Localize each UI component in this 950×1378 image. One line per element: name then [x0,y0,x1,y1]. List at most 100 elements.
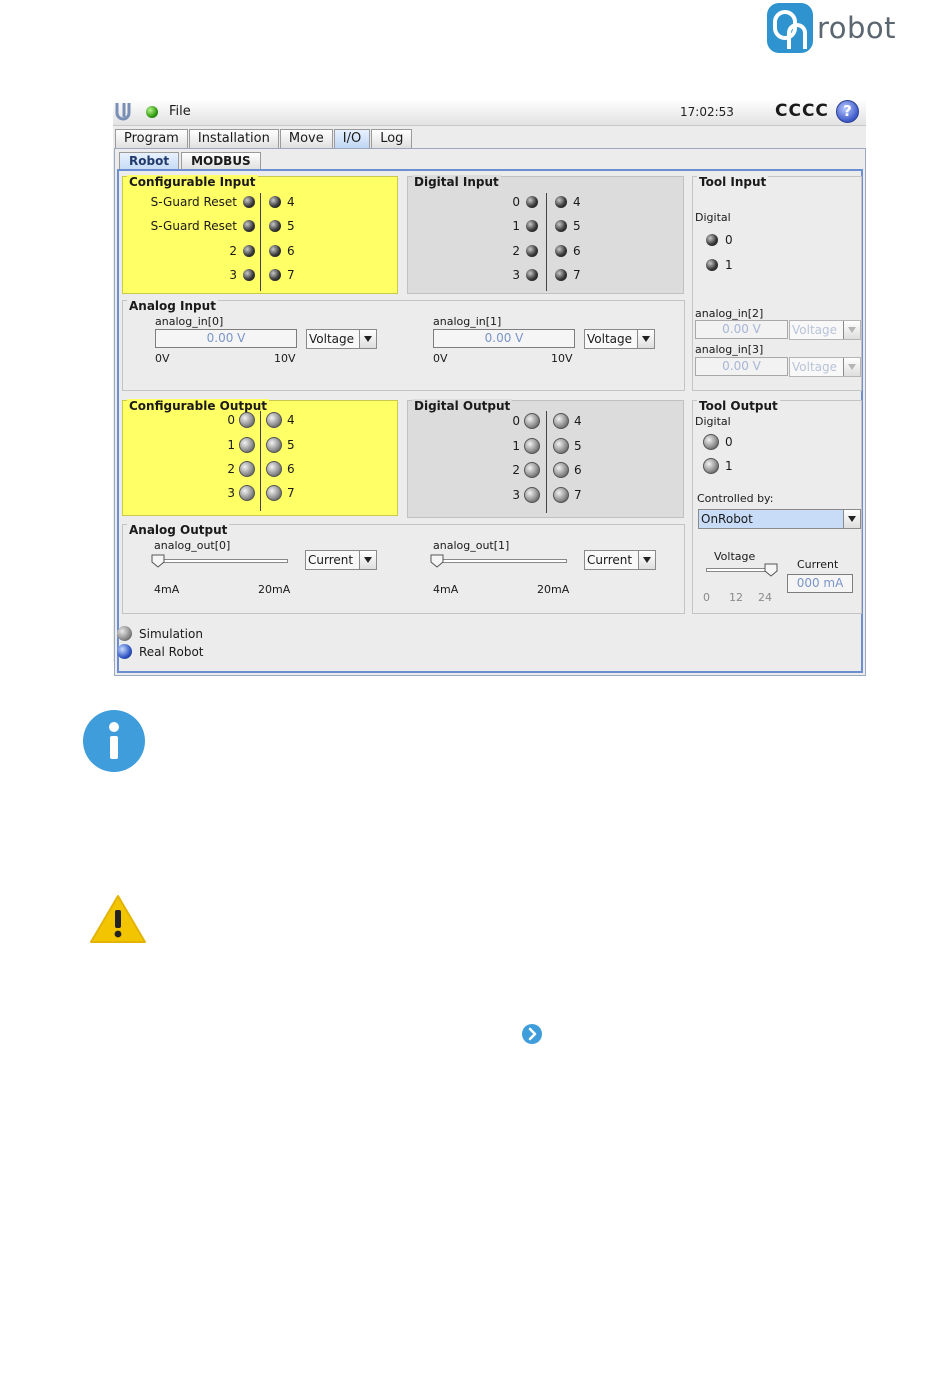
output-led-icon[interactable] [239,412,255,428]
tool-current-value: 000 mA [787,574,853,593]
help-icon[interactable]: ? [836,100,859,123]
ur-logo-icon [115,103,131,121]
output-label: 5 [574,439,582,453]
analog-in-0-min: 0V [155,352,170,365]
group-title: Digital Output [412,399,513,413]
output-led-icon[interactable] [553,438,569,454]
output-label: 1 [725,459,733,473]
subtab-modbus[interactable]: MODBUS [181,152,261,169]
tab-program[interactable]: Program [115,129,188,148]
output-led-icon[interactable] [553,413,569,429]
output-led-icon[interactable] [266,461,282,477]
output-led-icon[interactable] [524,413,540,429]
output-row: 6 [553,462,582,478]
analog-in-2-mode-select[interactable]: Voltage [789,320,861,340]
tab-log[interactable]: Log [371,129,413,148]
analog-in-2-label: analog_in[2] [695,307,764,320]
analog-out-1-mode-select[interactable]: Current [584,550,656,570]
input-label: 1 [512,219,520,233]
analog-out-1-slider-thumb[interactable] [430,554,444,568]
io-subtabs: Robot MODBUS [119,152,263,169]
analog-out-1-slider-track[interactable] [437,559,567,563]
output-led-icon[interactable] [703,434,719,450]
output-row: 6 [266,461,295,477]
output-label: 7 [287,486,295,500]
input-led-icon [526,245,538,257]
input-led-icon [706,234,718,246]
input-row: 1 [408,218,538,234]
output-label: 6 [287,462,295,476]
analog-in-1-max: 10V [551,352,573,365]
legend-simulation: Simulation [117,626,203,641]
analog-out-0-mode-select[interactable]: Current [305,550,377,570]
voltage-tick: 0 [703,591,710,604]
output-row: 2 [408,462,540,478]
output-led-icon[interactable] [239,461,255,477]
output-led-icon[interactable] [239,437,255,453]
analog-out-0-label: analog_out[0] [154,539,231,552]
output-led-icon[interactable] [266,412,282,428]
legend-label: Real Robot [139,644,204,659]
voltage-slider-track[interactable] [706,568,771,572]
chevron-down-icon [843,510,860,528]
output-row: 4 [266,412,295,428]
tool-input-row: 0 [706,232,733,248]
output-row: 5 [266,437,295,453]
input-label: 3 [229,268,237,282]
group-title: Analog Input [127,299,218,313]
analog-out-0-slider-thumb[interactable] [151,554,165,568]
input-label: S-Guard Reset [150,219,237,233]
analog-out-0-slider-track[interactable] [158,559,288,563]
legend-label: Simulation [139,626,203,641]
input-led-icon [706,259,718,271]
chevron-right-icon[interactable] [522,1024,542,1044]
tab-io[interactable]: I/O [333,129,371,148]
input-row: 7 [555,267,581,283]
controlled-by-select[interactable]: OnRobot [698,509,861,529]
input-led-icon [243,220,255,232]
output-led-icon[interactable] [266,485,282,501]
output-led-icon[interactable] [553,462,569,478]
input-label: 5 [287,219,295,233]
output-led-icon[interactable] [266,437,282,453]
output-led-icon[interactable] [524,462,540,478]
output-led-icon[interactable] [553,487,569,503]
input-row: 3 [408,267,538,283]
output-led-icon[interactable] [524,487,540,503]
configurable-input-group: Configurable Input S-Guard Reset S-Guard… [122,175,398,294]
file-menu[interactable]: File [169,104,191,119]
input-label: 5 [573,219,581,233]
input-led-icon [526,269,538,281]
tab-move[interactable]: Move [279,129,333,148]
output-row: 7 [553,487,582,503]
analog-in-1-mode-select[interactable]: Voltage [584,329,655,349]
voltage-slider-thumb[interactable] [764,563,778,577]
output-led-icon[interactable] [703,458,719,474]
input-row: 5 [555,218,581,234]
input-row: 3 [123,267,255,283]
chevron-down-icon [359,330,376,348]
input-label: 7 [287,268,295,282]
output-led-icon[interactable] [239,485,255,501]
output-label: 5 [287,438,295,452]
legend-real-robot: Real Robot [117,644,204,659]
group-title: Analog Output [127,523,230,537]
output-row: 1 [408,438,540,454]
analog-in-3-mode-select[interactable]: Voltage [789,357,861,377]
subtab-robot[interactable]: Robot [119,152,180,169]
input-row: 4 [269,194,295,210]
tab-installation[interactable]: Installation [188,129,279,148]
analog-in-0-label: analog_in[0] [155,315,224,328]
input-label: 6 [573,244,581,258]
analog-in-0-value: 0.00 V [155,329,297,348]
analog-in-0-mode-select[interactable]: Voltage [306,329,377,349]
output-led-icon[interactable] [524,438,540,454]
input-row: 4 [555,194,581,210]
analog-out-1-max: 20mA [537,583,570,596]
input-led-icon [269,269,281,281]
tool-input-digital-label: Digital [695,211,731,224]
output-label: 0 [725,435,733,449]
clock: 17:02:53 [680,105,734,119]
analog-output-group: Analog Output analog_out[0] Current 4mA … [122,523,685,614]
group-title: Tool Output [697,399,780,413]
